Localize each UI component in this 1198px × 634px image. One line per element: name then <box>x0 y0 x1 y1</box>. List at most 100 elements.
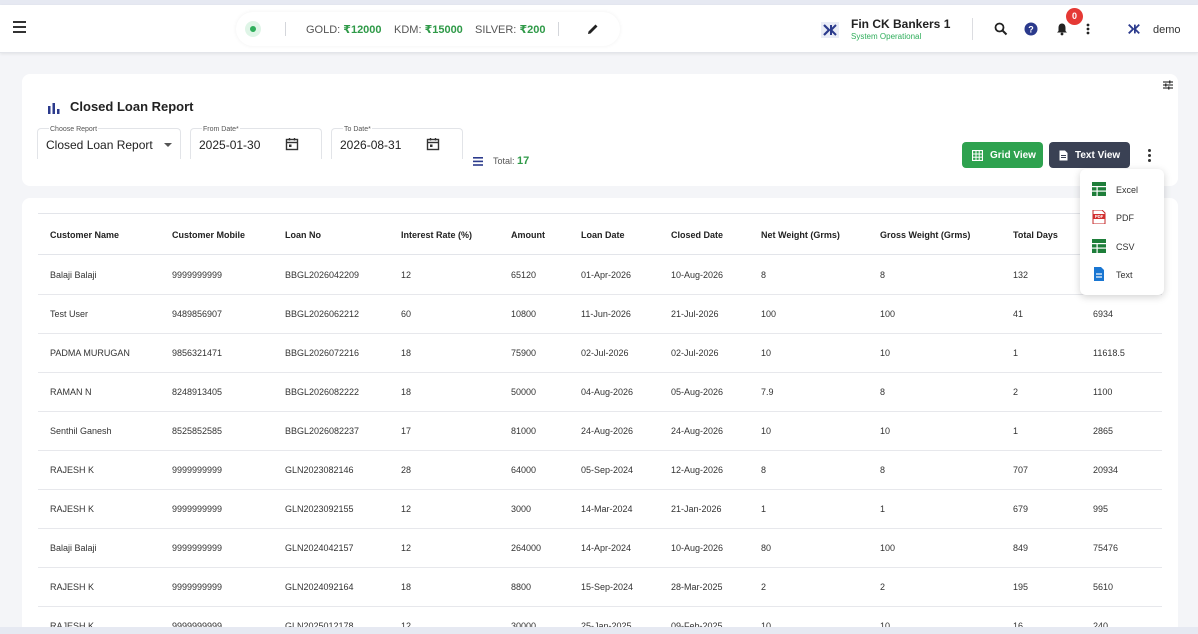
brand-logo-icon <box>821 22 839 38</box>
table-cell: 10-Aug-2026 <box>671 270 724 280</box>
column-header[interactable]: Customer Mobile <box>172 230 245 240</box>
table-cell: RAJESH K <box>50 465 95 475</box>
table-cell: 21-Jan-2026 <box>671 504 722 514</box>
help-icon[interactable]: ? <box>1024 22 1038 36</box>
column-header[interactable]: Net Weight (Grms) <box>761 230 840 240</box>
table-cell: BBGL2026082237 <box>285 426 360 436</box>
header-more-icon[interactable] <box>1084 22 1092 36</box>
table-cell: 9999999999 <box>172 465 223 475</box>
excel-icon <box>1092 182 1106 196</box>
table-cell: 11-Jun-2026 <box>581 309 631 319</box>
user-name[interactable]: demo <box>1153 24 1181 36</box>
to-date-field[interactable]: To Date* 2026-08-31 <box>331 126 463 159</box>
table-cell: 05-Sep-2024 <box>581 465 634 475</box>
column-header[interactable]: Amount <box>511 230 545 240</box>
table-cell: 18 <box>401 387 412 397</box>
grid-view-button[interactable]: Grid View <box>962 142 1043 168</box>
edit-rates-pencil-icon[interactable] <box>586 22 600 36</box>
export-text-item[interactable]: Text <box>1080 262 1164 288</box>
table-cell: 14-Apr-2024 <box>581 543 632 553</box>
column-header[interactable]: Loan No <box>285 230 321 240</box>
table-cell: GLN2023082146 <box>285 465 354 475</box>
export-pdf-item[interactable]: PDF PDF <box>1080 205 1164 231</box>
table-cell: 679 <box>1013 504 1029 514</box>
column-header[interactable]: Gross Weight (Grms) <box>880 230 970 240</box>
table-cell: 01-Apr-2026 <box>581 270 632 280</box>
table-cell: 12 <box>401 270 412 280</box>
from-date-field[interactable]: From Date* 2025-01-30 <box>190 126 322 159</box>
status-dot-icon <box>245 21 261 37</box>
table-cell: 64000 <box>511 465 537 475</box>
table-cell: 10 <box>761 348 772 358</box>
user-avatar-icon[interactable] <box>1126 22 1142 36</box>
table-cell: 2 <box>1013 387 1019 397</box>
notification-bell-icon[interactable] <box>1055 22 1069 36</box>
table-cell: 17 <box>401 426 412 436</box>
table-cell: 81000 <box>511 426 537 436</box>
page-title: Closed Loan Report <box>70 99 194 114</box>
svg-text:PDF: PDF <box>1095 214 1104 219</box>
table-cell: BBGL2026082222 <box>285 387 360 397</box>
table-cell: 80 <box>761 543 772 553</box>
csv-icon <box>1092 239 1106 253</box>
column-header[interactable]: Interest Rate (%) <box>401 230 472 240</box>
table-cell: 10 <box>880 348 891 358</box>
tune-settings-icon[interactable] <box>1162 78 1174 90</box>
table-cell: 9999999999 <box>172 270 223 280</box>
column-header[interactable]: Customer Name <box>50 230 119 240</box>
export-menu: Excel PDF PDF CSV Text <box>1080 169 1164 295</box>
text-view-button[interactable]: Text View <box>1049 142 1130 168</box>
export-excel-item[interactable]: Excel <box>1080 177 1164 203</box>
table-cell: 60 <box>401 309 412 319</box>
table-cell: 75900 <box>511 348 537 358</box>
table-cell: 05-Aug-2026 <box>671 387 724 397</box>
choose-report-select[interactable]: Choose Report Closed Loan Report <box>37 126 181 159</box>
bar-chart-icon <box>48 101 60 114</box>
table-cell: BBGL2026062212 <box>285 309 360 319</box>
export-csv-item[interactable]: CSV <box>1080 234 1164 260</box>
table-cell: 50000 <box>511 387 537 397</box>
notification-badge: 0 <box>1066 8 1083 25</box>
column-header[interactable]: Loan Date <box>581 230 625 240</box>
kdm-rate: KDM: ₹15000 <box>394 24 463 36</box>
calendar-icon[interactable] <box>285 137 299 151</box>
table-cell: 8525852585 <box>172 426 223 436</box>
table-cell: RAJESH K <box>50 504 95 514</box>
table-cell: 264000 <box>511 543 542 553</box>
column-header[interactable]: Closed Date <box>671 230 723 240</box>
table-cell: 1 <box>880 504 886 514</box>
hamburger-menu-icon[interactable] <box>13 21 29 37</box>
table-cell: Senthil Ganesh <box>50 426 112 436</box>
table-cell: 6934 <box>1093 309 1114 319</box>
table-cell: 132 <box>1013 270 1029 280</box>
table-cell: RAJESH K <box>50 582 95 592</box>
table-cell: 100 <box>880 543 896 553</box>
table-cell: 9999999999 <box>172 582 223 592</box>
table-cell: 8 <box>761 465 767 475</box>
search-icon[interactable] <box>994 22 1008 36</box>
table-cell: 1 <box>1013 426 1019 436</box>
export-more-icon[interactable] <box>1146 149 1152 163</box>
table-cell: 100 <box>880 309 896 319</box>
table-cell: 18 <box>401 582 412 592</box>
table-cell: 2 <box>880 582 886 592</box>
table-cell: 195 <box>1013 582 1029 592</box>
svg-text:?: ? <box>1028 25 1034 35</box>
table-cell: 8 <box>880 387 886 397</box>
table-cell: 04-Aug-2026 <box>581 387 634 397</box>
table-cell: BBGL2026072216 <box>285 348 360 358</box>
table-cell: 8248913405 <box>172 387 223 397</box>
grid-icon <box>972 149 983 161</box>
table-cell: 3000 <box>511 504 532 514</box>
table-cell: 9999999999 <box>172 504 223 514</box>
total-count: Total: 17 <box>493 155 530 167</box>
table-cell: 8800 <box>511 582 532 592</box>
calendar-icon[interactable] <box>426 137 440 151</box>
table-cell: 100 <box>761 309 777 319</box>
column-header[interactable]: Total Days <box>1013 230 1058 240</box>
table-cell: 2 <box>761 582 767 592</box>
table-cell: PADMA MURUGAN <box>50 348 130 358</box>
document-icon <box>1059 150 1068 160</box>
pdf-icon: PDF <box>1092 210 1106 224</box>
table-cell: 5610 <box>1093 582 1114 592</box>
